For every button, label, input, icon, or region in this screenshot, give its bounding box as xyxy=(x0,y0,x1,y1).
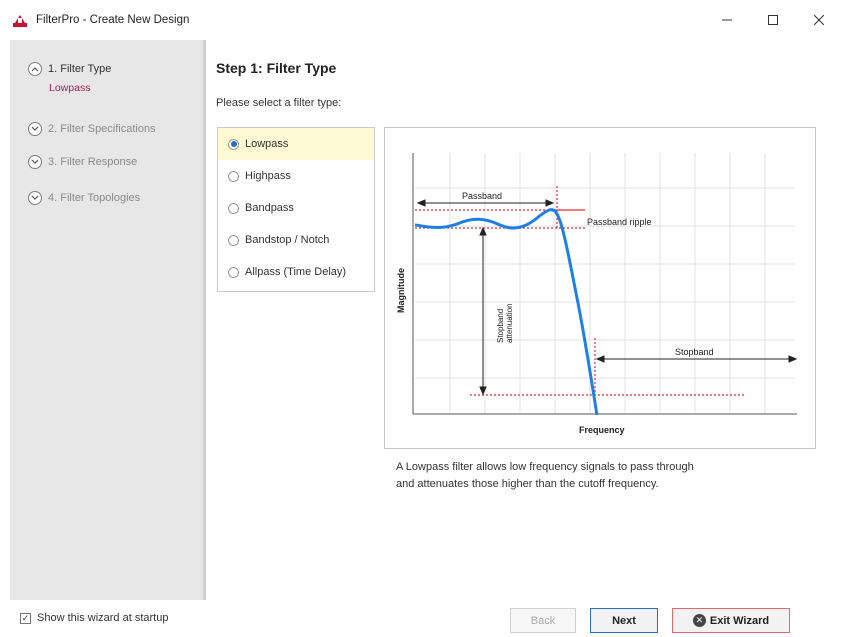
maximize-button[interactable] xyxy=(750,0,796,40)
exit-icon: ✕ xyxy=(692,614,706,627)
window-title: FilterPro - Create New Design xyxy=(36,14,190,26)
x-axis-label: Frequency xyxy=(579,425,625,435)
wizard-footer: ✓ Show this wizard at startup Back Next … xyxy=(0,600,842,637)
checkmark-icon: ✓ xyxy=(20,612,31,624)
minimize-icon xyxy=(722,19,732,21)
chevron-down-icon xyxy=(28,191,42,205)
step-label: 2. Filter Specifications xyxy=(48,123,156,135)
step-filter-response[interactable]: 3. Filter Response xyxy=(28,155,137,169)
show-wizard-label: Show this wizard at startup xyxy=(37,612,169,624)
option-label: Lowpass xyxy=(245,138,289,150)
chevron-up-icon xyxy=(28,62,42,76)
main-panel: Step 1: Filter Type Please select a filt… xyxy=(206,40,842,600)
option-label: Highpass xyxy=(245,170,291,182)
option-label: Bandpass xyxy=(245,202,294,214)
title-bar: FilterPro - Create New Design xyxy=(0,0,842,40)
app-logo-icon xyxy=(13,15,27,27)
passband-label: Passband xyxy=(462,191,502,201)
step-label: 1. Filter Type xyxy=(48,63,112,75)
radio-unselected-icon xyxy=(228,202,239,214)
filter-type-option-bandpass[interactable]: Bandpass xyxy=(218,192,374,224)
wizard-steps-sidebar: 1. Filter Type Lowpass 2. Filter Specifi… xyxy=(10,40,206,600)
minimize-button[interactable] xyxy=(704,0,750,40)
next-button[interactable]: Next xyxy=(590,608,658,633)
exit-wizard-button[interactable]: ✕ Exit Wizard xyxy=(672,608,790,633)
show-wizard-checkbox[interactable]: ✓ Show this wizard at startup xyxy=(20,612,168,624)
passband-ripple-label: Passband ripple xyxy=(587,217,652,227)
page-title: Step 1: Filter Type xyxy=(216,60,337,76)
selected-filter-type: Lowpass xyxy=(49,82,91,94)
step-filter-specifications[interactable]: 2. Filter Specifications xyxy=(28,122,156,136)
radio-unselected-icon xyxy=(228,266,239,278)
close-button[interactable] xyxy=(796,0,842,40)
filter-type-option-bandstop[interactable]: Bandstop / Notch xyxy=(218,224,374,256)
y-axis-label: Magnitude xyxy=(396,268,406,313)
step-filter-type[interactable]: 1. Filter Type xyxy=(28,62,111,76)
filter-type-option-highpass[interactable]: Highpass xyxy=(218,160,374,192)
stopband-attenuation-label-1: Stopband xyxy=(496,309,505,343)
chevron-down-icon xyxy=(28,122,42,136)
option-label: Allpass (Time Delay) xyxy=(245,266,347,278)
stopband-label: Stopband xyxy=(675,347,714,357)
radio-unselected-icon xyxy=(228,170,239,182)
radio-unselected-icon xyxy=(228,234,239,246)
filter-type-option-lowpass[interactable]: Lowpass xyxy=(218,128,374,160)
filter-type-prompt: Please select a filter type: xyxy=(216,97,342,109)
maximize-icon xyxy=(768,15,778,25)
filter-type-option-allpass[interactable]: Allpass (Time Delay) xyxy=(218,256,374,288)
close-icon xyxy=(814,15,824,25)
chevron-down-icon xyxy=(28,155,42,169)
filter-description: A Lowpass filter allows low frequency si… xyxy=(396,459,796,493)
back-button[interactable]: Back xyxy=(510,608,576,633)
radio-selected-icon xyxy=(228,138,239,150)
lowpass-response-illustration: Passband Passband ripple Stopband attenu… xyxy=(396,153,798,435)
description-line-2: and attenuates those higher than the cut… xyxy=(396,478,659,490)
step-label: 4. Filter Topologies xyxy=(48,192,141,204)
filter-type-list: Lowpass Highpass Bandpass Bandstop / Not… xyxy=(217,127,375,292)
option-label: Bandstop / Notch xyxy=(245,234,330,246)
step-filter-topologies[interactable]: 4. Filter Topologies xyxy=(28,191,140,205)
stopband-attenuation-label-2: attenuation xyxy=(505,303,514,343)
filter-response-diagram: Passband Passband ripple Stopband attenu… xyxy=(384,127,816,449)
exit-wizard-label: Exit Wizard xyxy=(709,614,770,627)
step-label: 3. Filter Response xyxy=(48,156,138,168)
description-line-1: A Lowpass filter allows low frequency si… xyxy=(396,461,694,473)
